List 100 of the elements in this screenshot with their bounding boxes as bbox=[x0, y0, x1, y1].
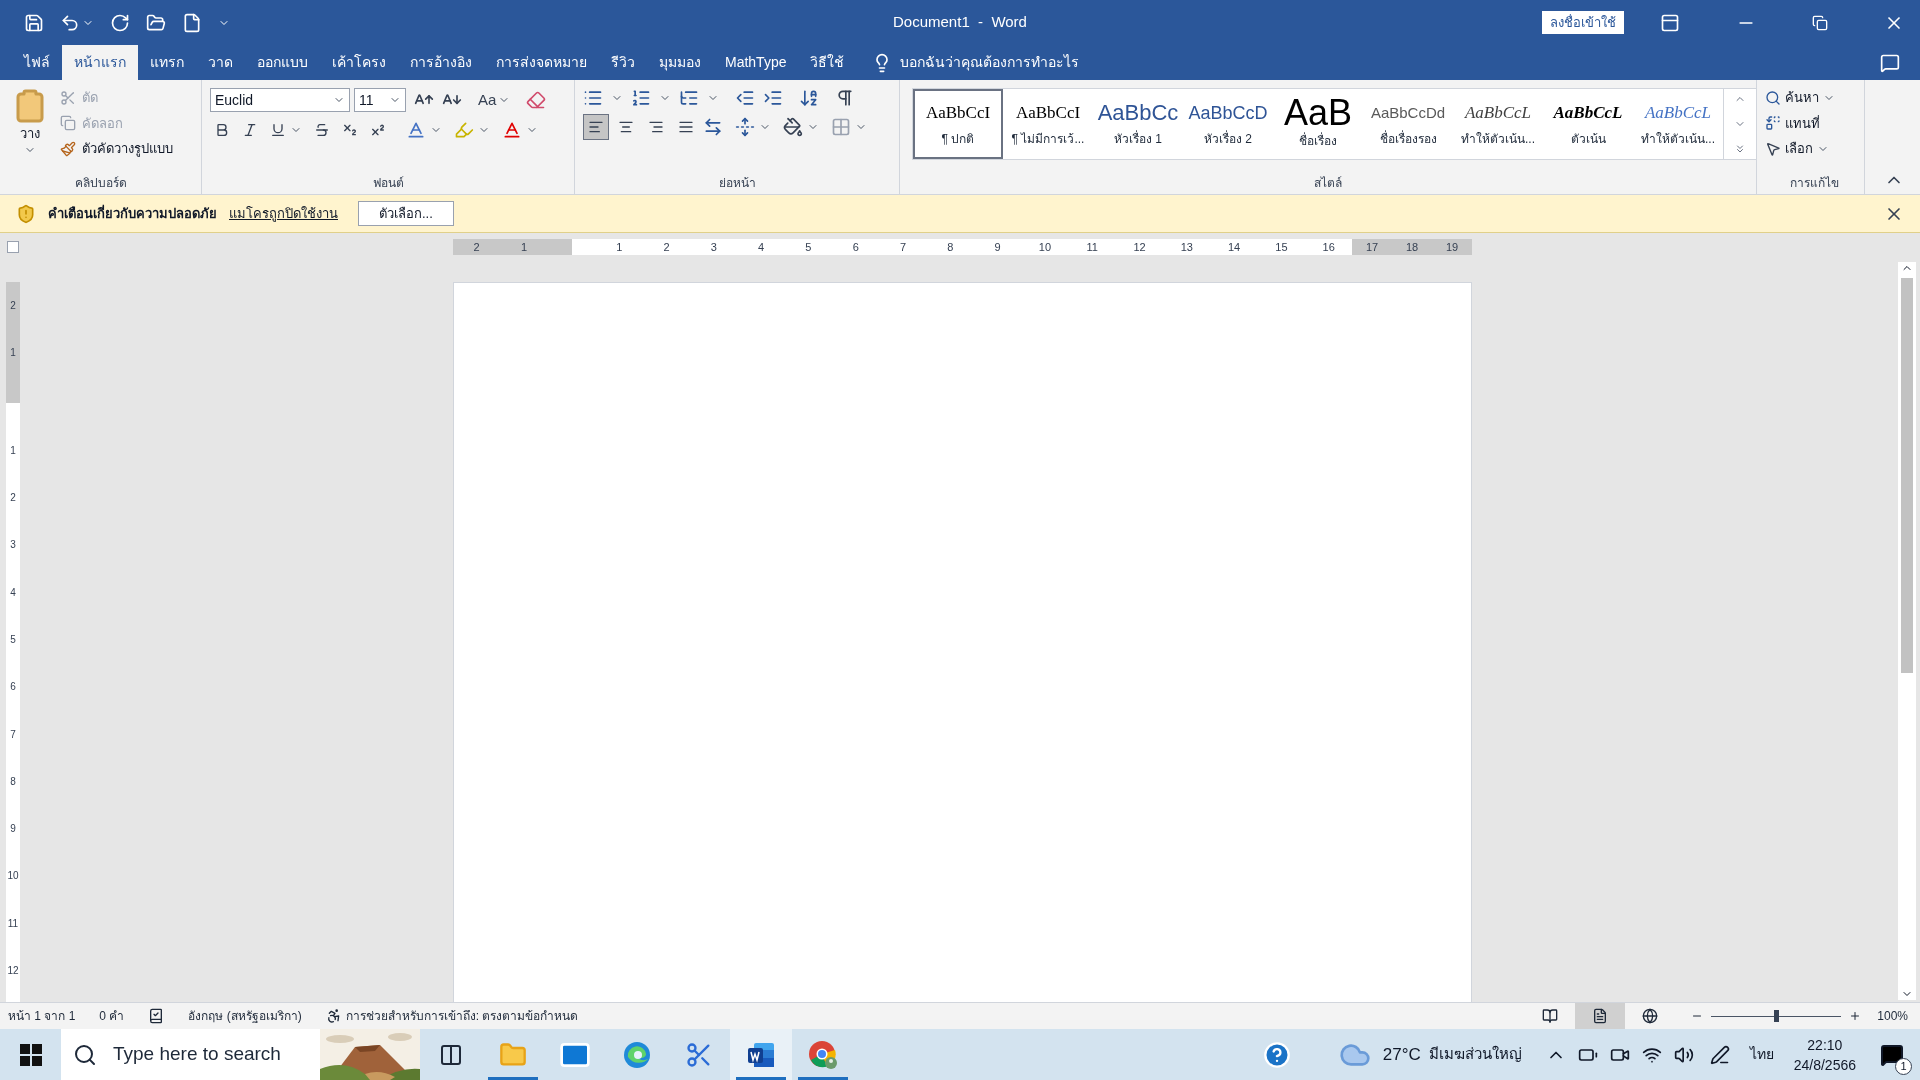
word-count: 0 คำ bbox=[99, 1008, 125, 1025]
style-item[interactable]: AaBbCcI ¶ ไม่มีการเว้... bbox=[1003, 89, 1093, 159]
help-icon[interactable] bbox=[1262, 1040, 1291, 1069]
save-icon[interactable] bbox=[24, 12, 44, 33]
copy-icon bbox=[60, 115, 76, 132]
ribbon-tab[interactable]: เค้าโครง bbox=[320, 45, 398, 80]
group-label: ย่อหน้า bbox=[718, 175, 756, 192]
style-item[interactable]: AaB ชื่อเรื่อง bbox=[1273, 89, 1363, 159]
sign-in-button[interactable]: ลงชื่อเข้าใช้ bbox=[1542, 10, 1624, 35]
comment-icon[interactable] bbox=[1880, 52, 1900, 73]
ribbon-tab[interactable]: วาด bbox=[196, 45, 245, 80]
accessibility-icon[interactable] bbox=[325, 1008, 342, 1024]
style-item[interactable]: AaBbCcI ¶ ปกติ bbox=[913, 89, 1003, 159]
eraser-icon[interactable] bbox=[526, 90, 547, 110]
view-button[interactable] bbox=[1575, 1003, 1626, 1029]
ribbon-tab[interactable]: มุมมอง bbox=[647, 45, 713, 80]
ruler-number: 10 bbox=[1037, 239, 1053, 255]
subscript-icon[interactable] bbox=[342, 122, 358, 138]
restore-icon[interactable] bbox=[1812, 14, 1828, 31]
find-button[interactable]: ค้นหา bbox=[1765, 88, 1864, 108]
increase-indent-icon[interactable] bbox=[763, 88, 783, 108]
numbering-icon[interactable] bbox=[631, 88, 651, 108]
ribbon-tab[interactable]: การอ้างอิง bbox=[398, 45, 484, 80]
undo-icon[interactable] bbox=[60, 12, 80, 33]
underline-icon[interactable] bbox=[270, 122, 286, 138]
options-button[interactable]: ตัวเลือก... bbox=[358, 200, 454, 227]
ruler-number: 4 bbox=[757, 239, 766, 255]
style-item[interactable]: AaBbCcD หัวเรื่อง 2 bbox=[1183, 89, 1273, 159]
search-input[interactable]: Type here to search bbox=[113, 1040, 313, 1069]
ruler-number: 1 bbox=[9, 346, 17, 361]
scroll-thumb[interactable] bbox=[1901, 278, 1913, 673]
taskbar-app[interactable] bbox=[730, 1029, 792, 1080]
text-direction-icon[interactable] bbox=[703, 117, 723, 137]
new-file-icon[interactable] bbox=[182, 12, 202, 33]
align-button[interactable] bbox=[583, 114, 609, 140]
clock[interactable]: 22:10 24/8/2566 bbox=[1793, 1034, 1856, 1075]
font-color-icon[interactable] bbox=[502, 120, 522, 140]
change-case-button[interactable]: Aa bbox=[478, 88, 511, 112]
ribbon-tab[interactable]: วิธีใช้ bbox=[798, 45, 857, 80]
weather-status[interactable]: มีเมฆส่วนใหญ่ bbox=[1428, 1043, 1522, 1066]
windows-start-icon[interactable] bbox=[19, 1043, 42, 1066]
more-icon[interactable] bbox=[1734, 143, 1746, 155]
decrease-indent-icon[interactable] bbox=[735, 88, 755, 108]
replace-button[interactable]: แทนที่ bbox=[1765, 113, 1864, 133]
select-button[interactable]: เลือก bbox=[1765, 139, 1864, 159]
style-item[interactable]: AaBbCcL ตัวเน้น bbox=[1543, 89, 1633, 159]
warning-icon bbox=[16, 203, 36, 224]
zoom-level[interactable]: 100% bbox=[1877, 1007, 1908, 1025]
style-item[interactable]: AaBbCcL ทำให้ตัวเน้น... bbox=[1453, 89, 1543, 159]
superscript-icon[interactable] bbox=[370, 122, 386, 138]
macro-link[interactable]: แมโครถูกปิดใช้งาน bbox=[229, 203, 338, 224]
paste-button[interactable]: วาง bbox=[12, 88, 48, 172]
ruler-number: 6 bbox=[9, 680, 17, 695]
pen-icon[interactable] bbox=[1709, 1044, 1730, 1065]
tab-selector[interactable] bbox=[7, 240, 19, 253]
input-language[interactable]: ไทย bbox=[1749, 1044, 1774, 1065]
italic-icon[interactable] bbox=[242, 122, 258, 138]
ruler-number: 18 bbox=[1404, 239, 1420, 255]
language-label[interactable]: อังกฤษ (สหรัฐอเมริกา) bbox=[188, 1007, 302, 1025]
ribbon-tab[interactable]: แทรก bbox=[138, 45, 196, 80]
font-name-field[interactable]: Euclid bbox=[210, 88, 350, 112]
font-size-field[interactable]: 11 bbox=[354, 88, 406, 112]
ribbon-tab[interactable]: หน้าแรก bbox=[62, 45, 138, 80]
text-effects-icon[interactable] bbox=[406, 120, 426, 140]
pointer-icon bbox=[1765, 140, 1781, 157]
tell-me-field[interactable]: บอกฉันว่าคุณต้องการทำอะไร bbox=[900, 52, 1080, 73]
bullets-icon[interactable] bbox=[583, 88, 603, 108]
pilcrow-icon[interactable] bbox=[835, 88, 855, 108]
strikethrough-icon[interactable] bbox=[314, 122, 330, 138]
browser-icon[interactable] bbox=[622, 1039, 652, 1070]
ribbon-tab[interactable]: ไฟล์ bbox=[12, 45, 62, 80]
multilevel-list-icon[interactable] bbox=[679, 88, 699, 108]
accessibility-status[interactable]: การช่วยสำหรับการเข้าถึง: ตรงตามข้อกำหนด bbox=[345, 1007, 579, 1025]
proofing-icon[interactable] bbox=[148, 1008, 165, 1024]
task-view-icon[interactable] bbox=[439, 1042, 463, 1067]
taskbar-search-field[interactable]: Type here to search bbox=[61, 1029, 420, 1080]
zoom-thumb[interactable] bbox=[1774, 1009, 1780, 1022]
ribbon-display-icon[interactable] bbox=[1660, 12, 1680, 33]
ribbon-tab[interactable]: การส่งจดหมาย bbox=[484, 45, 599, 80]
style-item[interactable]: AaBbCc หัวเรื่อง 1 bbox=[1093, 89, 1183, 159]
redo-icon[interactable] bbox=[110, 12, 130, 33]
volume-icon[interactable] bbox=[1673, 1044, 1694, 1065]
shading-icon[interactable] bbox=[783, 117, 803, 137]
ribbon-tab[interactable]: ออกแบบ bbox=[245, 45, 320, 80]
line-spacing-icon[interactable] bbox=[735, 117, 755, 137]
book-icon bbox=[1542, 1008, 1559, 1024]
ribbon-tab[interactable]: รีวิว bbox=[599, 45, 647, 80]
style-item[interactable]: AaBbCcDd ชื่อเรื่องรอง bbox=[1363, 89, 1453, 159]
folder-icon[interactable] bbox=[146, 12, 166, 33]
style-item[interactable]: AaBbCcL ทำให้ตัวเน้น... bbox=[1633, 89, 1723, 159]
ruler-number: 11 bbox=[1085, 239, 1099, 255]
clipboard-command[interactable]: ตัวคัดวางรูปแบบ bbox=[60, 139, 173, 159]
zoom-in-icon[interactable] bbox=[1849, 1010, 1862, 1022]
ruler-number: 9 bbox=[993, 239, 1002, 255]
sort-icon[interactable] bbox=[799, 88, 819, 108]
bold-icon[interactable] bbox=[214, 122, 230, 138]
ribbon-tab[interactable]: MathType bbox=[713, 45, 799, 80]
temperature[interactable]: 27°C bbox=[1382, 1041, 1421, 1068]
browser-icon[interactable] bbox=[807, 1038, 839, 1071]
group-label: ฟอนต์ bbox=[372, 175, 404, 192]
